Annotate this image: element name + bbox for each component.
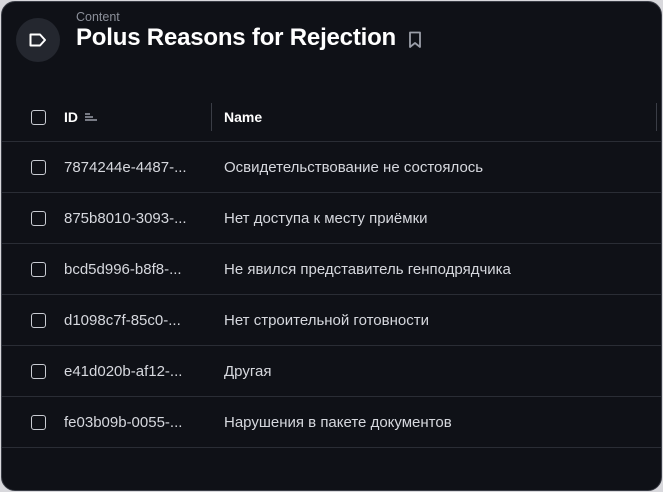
cell-id: e41d020b-af12-... <box>64 362 183 380</box>
row-checkbox[interactable] <box>31 363 46 379</box>
tag-icon <box>29 33 46 47</box>
cell-name: Не явился представитель генподрядчика <box>224 260 511 278</box>
table-row[interactable]: bcd5d996-b8f8-... Не явился представител… <box>2 244 661 295</box>
table-row[interactable]: 875b8010-3093-... Нет доступа к месту пр… <box>2 193 661 244</box>
row-checkbox[interactable] <box>31 414 46 430</box>
cell-name: Другая <box>224 362 272 380</box>
app-window: Content Polus Reasons for Rejection ID N… <box>1 1 662 491</box>
table-header-row: ID Name <box>2 93 661 142</box>
cell-name: Нарушения в пакете документов <box>224 413 452 431</box>
select-all-checkbox[interactable] <box>31 109 46 125</box>
page-header: Content Polus Reasons for Rejection <box>2 2 661 80</box>
cell-id: fe03b09b-0055-... <box>64 413 183 431</box>
row-checkbox[interactable] <box>31 210 46 226</box>
cell-id: bcd5d996-b8f8-... <box>64 260 182 278</box>
sort-icon[interactable] <box>84 112 98 122</box>
bookmark-icon <box>409 31 421 48</box>
row-checkbox[interactable] <box>31 312 46 328</box>
cell-name: Нет строительной готовности <box>224 311 429 329</box>
row-checkbox[interactable] <box>31 159 46 175</box>
page-title: Polus Reasons for Rejection <box>76 24 397 51</box>
column-resize-handle[interactable] <box>656 103 657 131</box>
title-row: Polus Reasons for Rejection <box>76 24 422 52</box>
cell-name: Освидетельствование не состоялось <box>224 158 484 176</box>
table-row[interactable]: d1098c7f-85c0-... Нет строительной готов… <box>2 295 661 346</box>
cell-name: Нет доступа к месту приёмки <box>224 209 428 227</box>
table-row[interactable]: fe03b09b-0055-... Нарушения в пакете док… <box>2 397 661 448</box>
collection-icon-button[interactable] <box>16 18 60 62</box>
row-checkbox[interactable] <box>31 261 46 277</box>
cell-id: 875b8010-3093-... <box>64 209 187 227</box>
column-header-name[interactable]: Name <box>224 109 262 125</box>
table-row[interactable]: e41d020b-af12-... Другая <box>2 346 661 397</box>
cell-id: d1098c7f-85c0-... <box>64 311 181 329</box>
table-row[interactable]: 7874244e-4487-... Освидетельствование не… <box>2 142 661 193</box>
column-header-id[interactable]: ID <box>64 109 204 125</box>
cell-id: 7874244e-4487-... <box>64 158 187 176</box>
column-header-id-label: ID <box>64 109 78 125</box>
breadcrumb[interactable]: Content <box>76 10 120 24</box>
data-table: ID Name 7874244e-4487-... Освидетельство… <box>2 93 661 448</box>
bookmark-button[interactable] <box>408 31 422 49</box>
column-resize-handle[interactable] <box>211 103 212 131</box>
